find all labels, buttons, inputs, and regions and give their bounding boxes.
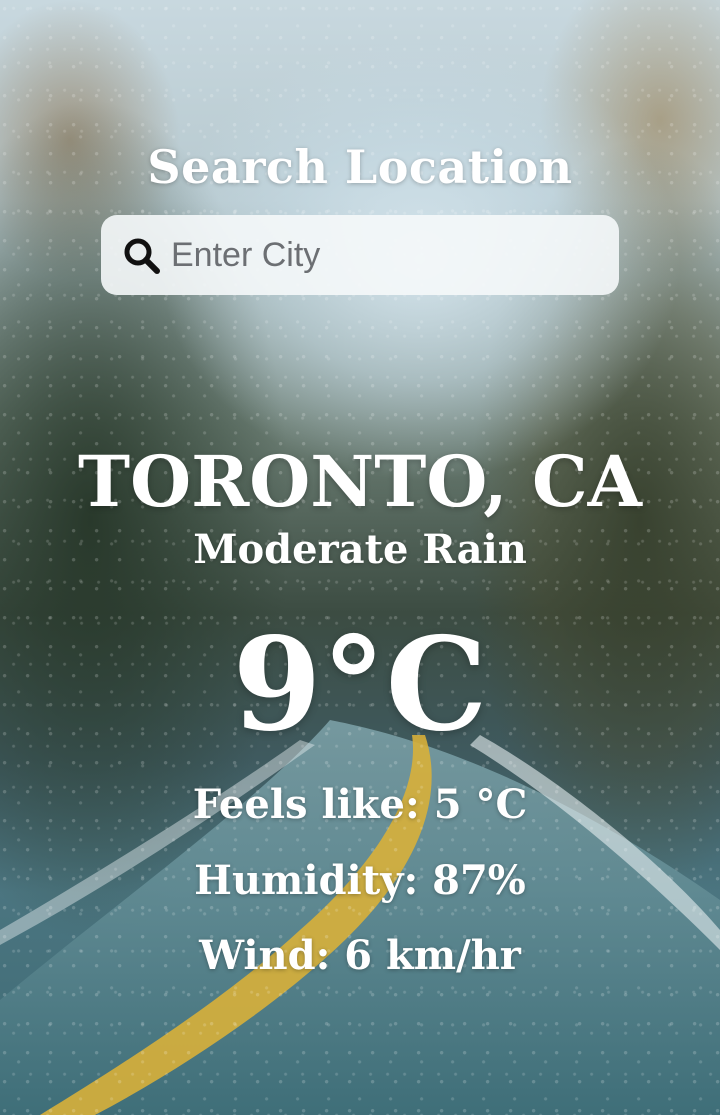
search-bar[interactable] [101, 215, 619, 295]
weather-app: Search Location TORONTO, CA Moderate Rai… [0, 0, 720, 1115]
location-name: TORONTO, CA [78, 440, 642, 523]
search-title: Search Location [147, 140, 573, 194]
temperature: 9°C [232, 610, 488, 760]
weather-condition: Moderate Rain [193, 526, 527, 573]
search-icon[interactable] [123, 237, 161, 275]
search-input[interactable] [171, 227, 601, 283]
wind-speed: Wind: 6 km/hr [199, 932, 521, 979]
feels-like: Feels like: 5 °C [192, 781, 528, 828]
humidity: Humidity: 87% [194, 857, 526, 904]
